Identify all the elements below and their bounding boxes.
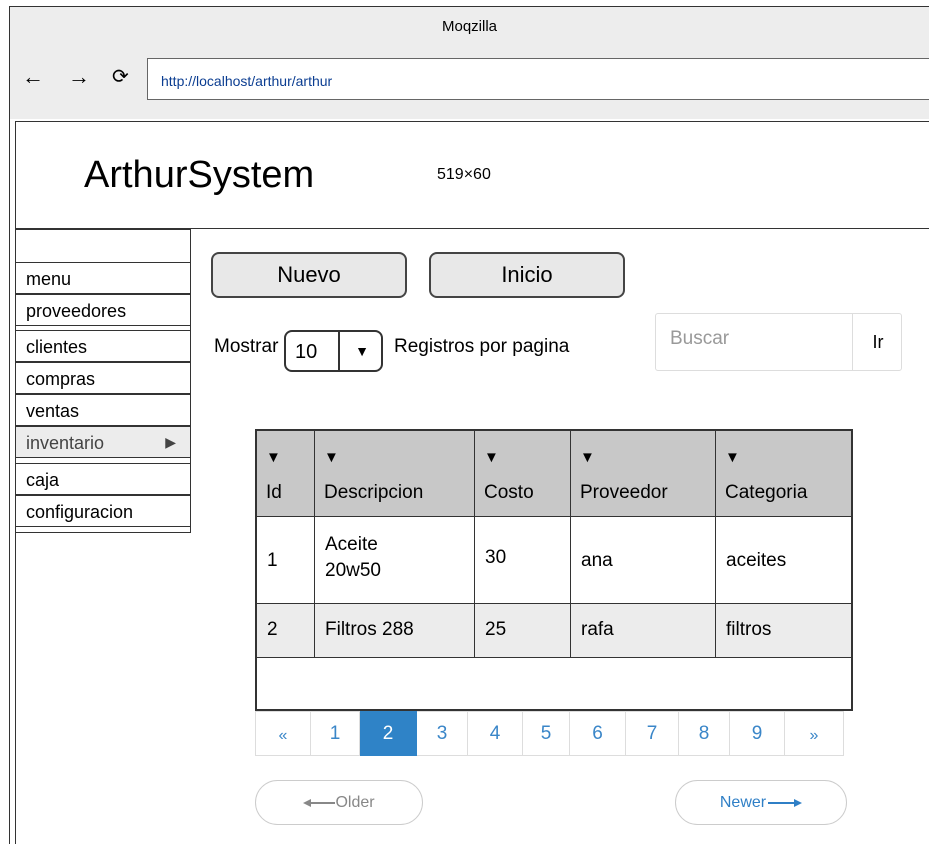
table-cell: 1: [257, 517, 315, 604]
table-cell: filtros: [716, 604, 851, 658]
sort-icon: ▼: [725, 449, 740, 466]
table-cell: 2: [257, 604, 315, 658]
brand-title: ArthurSystem: [84, 154, 315, 196]
address-bar[interactable]: http://localhost/arthur/arthur: [147, 58, 929, 100]
column-header-label: Descripcion: [324, 482, 424, 503]
pagination-page-8[interactable]: 8: [679, 711, 730, 756]
sidebar-item-label: caja: [26, 470, 60, 490]
pagination-page-1[interactable]: 1: [311, 711, 360, 756]
table-cell: 25: [475, 604, 571, 658]
sort-icon: ▼: [580, 449, 595, 466]
data-table: ▼ Id ▼ Descripcion ▼ Costo ▼ Proveedor ▼…: [255, 429, 853, 711]
reload-icon[interactable]: ⟳: [112, 63, 129, 93]
sidebar-item-configuracion[interactable]: configuracion: [15, 495, 191, 527]
pagination: « 1 2 3 4 5 6 7 8 9 »: [255, 711, 848, 756]
arrow-right-icon: [768, 798, 803, 807]
column-header-categoria[interactable]: ▼ Categoria: [716, 431, 851, 517]
page-size-value: 10: [295, 341, 318, 363]
sidebar-item-compras[interactable]: compras: [15, 362, 191, 394]
sidebar-item-inventario[interactable]: inventario ▶: [15, 426, 191, 458]
pagination-page-6[interactable]: 6: [570, 711, 626, 756]
column-header-label: Costo: [484, 482, 534, 503]
pagination-page-4[interactable]: 4: [468, 711, 523, 756]
sidebar-item-label: configuracion: [26, 502, 134, 522]
column-header-label: Id: [266, 482, 282, 503]
sidebar-item-label: inventario: [26, 433, 105, 453]
sidebar-item-caja[interactable]: caja: [15, 463, 191, 495]
sidebar-item-proveedores[interactable]: proveedores: [15, 294, 191, 326]
window-title: Moqzilla: [441, 18, 498, 35]
back-icon[interactable]: ←: [22, 63, 44, 93]
sort-icon: ▼: [324, 449, 339, 466]
newer-label: Newer: [719, 794, 767, 811]
column-header-id[interactable]: ▼ Id: [257, 431, 315, 517]
home-button[interactable]: Inicio: [429, 252, 625, 298]
column-header-costo[interactable]: ▼ Costo: [475, 431, 571, 517]
sidebar-item-label: menu: [26, 269, 72, 289]
sidebar-item-label: compras: [26, 369, 96, 389]
table-cell-text: Aceite 20w50: [325, 534, 381, 581]
table-cell: rafa: [571, 604, 716, 658]
new-button[interactable]: Nuevo: [211, 252, 407, 298]
page-size-select[interactable]: 10 ▼: [284, 330, 383, 372]
table-cell: ana: [571, 517, 716, 604]
older-button[interactable]: Older: [255, 780, 423, 825]
chevron-down-icon[interactable]: ▼: [338, 332, 384, 370]
forward-icon[interactable]: →: [68, 63, 90, 93]
pagination-page-9[interactable]: 9: [730, 711, 785, 756]
pagination-prev[interactable]: «: [255, 711, 311, 756]
pagination-page-7[interactable]: 7: [626, 711, 679, 756]
search-button[interactable]: Ir: [852, 314, 903, 370]
sort-icon: ▼: [484, 449, 499, 466]
sidebar-item-menu[interactable]: menu: [15, 262, 191, 294]
column-header-label: Categoria: [725, 482, 808, 503]
records-per-page-label: Registros por pagina: [394, 336, 570, 357]
table-cell: Aceite 20w50: [315, 517, 475, 604]
pagination-page-5[interactable]: 5: [523, 711, 570, 756]
table-cell: 30: [475, 517, 571, 604]
sidebar-item-label: proveedores: [26, 301, 127, 321]
show-label: Mostrar: [214, 336, 279, 357]
sidebar-item-label: clientes: [26, 337, 88, 357]
arrow-left-icon: [303, 798, 336, 807]
column-header-label: Proveedor: [580, 482, 668, 503]
sidebar-item-ventas[interactable]: ventas: [15, 394, 191, 426]
table-cell: Filtros 288: [315, 604, 475, 658]
column-header-proveedor[interactable]: ▼ Proveedor: [571, 431, 716, 517]
sidebar-item-label: ventas: [26, 401, 80, 421]
image-placeholder-size: 519×60: [437, 166, 491, 183]
pagination-page-3[interactable]: 3: [417, 711, 468, 756]
search-group: Ir: [655, 313, 902, 371]
table-cell: aceites: [716, 517, 851, 604]
pagination-next[interactable]: »: [785, 711, 844, 756]
pagination-page-2[interactable]: 2: [360, 711, 417, 756]
newer-button[interactable]: Newer: [675, 780, 847, 825]
older-label: Older: [335, 794, 375, 811]
search-input[interactable]: [656, 314, 852, 370]
submenu-arrow-icon: ▶: [165, 434, 176, 450]
sidebar-item-clientes[interactable]: clientes: [15, 330, 191, 362]
sort-icon: ▼: [266, 449, 281, 466]
column-header-descripcion[interactable]: ▼ Descripcion: [315, 431, 475, 517]
